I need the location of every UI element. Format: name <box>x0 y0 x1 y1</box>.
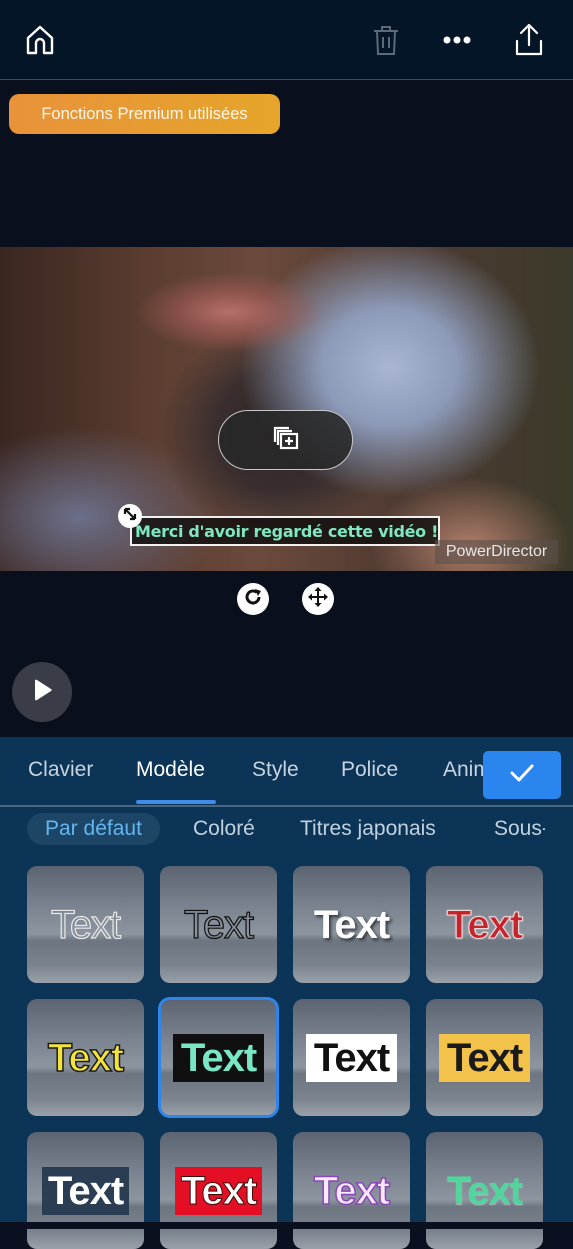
more-icon[interactable] <box>437 20 477 60</box>
template-tile[interactable]: Text <box>27 866 144 983</box>
template-preview-text: Text <box>41 1166 130 1215</box>
tab-animation[interactable]: Animation <box>443 758 483 782</box>
resize-handle[interactable] <box>118 504 142 528</box>
caption-text: Merci d'avoir regardé cette vidéo ! <box>135 521 439 541</box>
premium-features-badge[interactable]: Fonctions Premium utilisées <box>9 94 280 134</box>
trash-icon[interactable] <box>366 20 406 60</box>
category-colored[interactable]: Coloré <box>193 813 255 845</box>
watermark: PowerDirector <box>435 540 558 564</box>
template-preview-text: Text <box>313 1168 391 1213</box>
resize-icon <box>122 506 138 527</box>
tab-keyboard[interactable]: Clavier <box>28 758 93 782</box>
confirm-button[interactable] <box>483 751 561 799</box>
play-icon <box>31 678 53 707</box>
category-default[interactable]: Par défaut <box>27 813 160 845</box>
template-preview-text: Text <box>438 1033 531 1082</box>
category-subtitles[interactable]: Sous-titres <box>494 813 545 845</box>
add-layer-icon <box>271 424 301 457</box>
check-icon <box>509 763 535 788</box>
tab-template[interactable]: Modèle <box>136 758 205 782</box>
template-tile-selected[interactable]: Text <box>158 997 279 1118</box>
template-tile[interactable]: Text <box>426 999 543 1116</box>
template-preview-text: Text <box>446 1168 523 1213</box>
tab-divider <box>0 805 573 807</box>
tab-style[interactable]: Style <box>252 758 299 782</box>
top-bar <box>0 0 573 80</box>
rotate-icon <box>242 586 264 613</box>
template-preview-text: Text <box>446 902 523 947</box>
move-icon <box>306 585 330 614</box>
play-button[interactable] <box>12 662 72 722</box>
tab-font[interactable]: Police <box>341 758 398 782</box>
template-tile[interactable]: Text <box>426 1132 543 1249</box>
move-button[interactable] <box>302 583 334 615</box>
rotate-button[interactable] <box>237 583 269 615</box>
template-tile[interactable]: Text <box>160 866 277 983</box>
template-tile[interactable]: Text <box>27 1132 144 1249</box>
template-preview-text: Text <box>313 902 390 947</box>
insert-layer-button[interactable] <box>218 410 353 470</box>
template-tile[interactable]: Text <box>27 999 144 1116</box>
template-preview-text: Text <box>172 1033 265 1082</box>
template-preview-text: Text <box>174 1166 263 1215</box>
share-icon[interactable] <box>509 20 549 60</box>
bottom-edge <box>0 1222 573 1229</box>
category-bar: Par défaut Coloré Titres japonais Sous-t… <box>0 812 545 856</box>
active-tab-indicator <box>136 800 216 804</box>
home-icon[interactable] <box>20 20 60 60</box>
caption-text-box[interactable]: Merci d'avoir regardé cette vidéo ! <box>130 516 440 546</box>
tab-bar: Clavier Modèle Style Police Animation <box>0 740 483 802</box>
template-tile[interactable]: Text <box>426 866 543 983</box>
template-preview-text: Text <box>50 902 122 947</box>
template-preview-text: Text <box>305 1033 398 1082</box>
template-tile[interactable]: Text <box>293 866 410 983</box>
template-tile[interactable]: Text <box>293 1132 410 1249</box>
category-japanese-titles[interactable]: Titres japonais <box>300 813 436 845</box>
template-tile[interactable]: Text <box>293 999 410 1116</box>
template-preview-text: Text <box>183 902 255 947</box>
template-preview-text: Text <box>47 1035 125 1080</box>
template-tile[interactable]: Text <box>160 1132 277 1249</box>
